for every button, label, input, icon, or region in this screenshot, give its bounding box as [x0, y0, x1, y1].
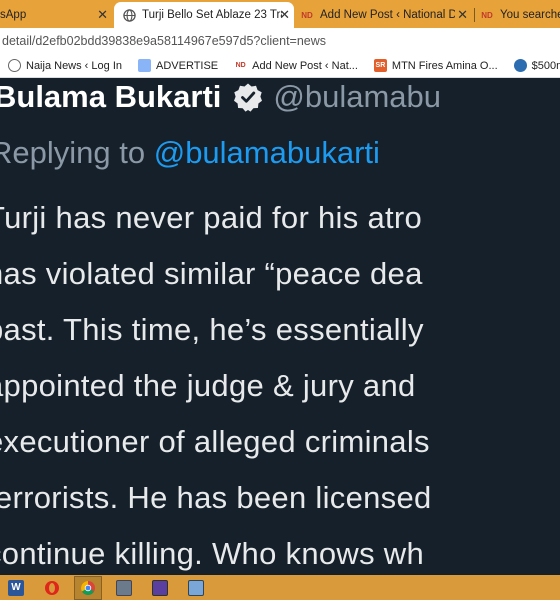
- bookmark-label: MTN Fires Amina O...: [391, 59, 498, 72]
- tab-turji-bello[interactable]: Turji Bello Set Ablaze 23 Travellers ✕: [114, 2, 294, 28]
- bookmark-label: ADVERTISE: [156, 59, 219, 72]
- sr-icon: SR: [373, 59, 387, 72]
- tab-whatsapp[interactable]: sApp ✕: [0, 2, 112, 28]
- close-icon[interactable]: ✕: [457, 8, 468, 21]
- url-text: detail/d2efb02bdd39838e9a58114967e597d5?…: [2, 34, 327, 48]
- bookmark-add-new-post[interactable]: ND Add New Post ‹ Nat...: [234, 59, 358, 72]
- tweet-text-line: Turji has never paid for his atro: [0, 200, 423, 235]
- chrome-icon[interactable]: [74, 575, 102, 600]
- reply-mention-link[interactable]: @bulamabukarti: [154, 135, 380, 170]
- bookmark-label: Add New Post ‹ Nat...: [252, 59, 358, 72]
- author-handle[interactable]: @bulamabu: [273, 79, 441, 115]
- tab-separator: [474, 8, 475, 22]
- ndng-logo-icon: ND: [301, 10, 313, 20]
- ndng-logo-icon: ND: [481, 10, 493, 20]
- taskbar: W: [0, 575, 560, 600]
- settings-app-icon[interactable]: [146, 576, 174, 600]
- tweet-text-line: has violated similar “peace dea: [0, 256, 423, 291]
- tab-strip: sApp ✕ Turji Bello Set Ablaze 23 Travell…: [0, 0, 560, 28]
- tab-title: You searched for: [500, 9, 560, 21]
- bookmark-advertise[interactable]: ADVERTISE: [138, 59, 218, 72]
- bookmark-label: Naija News ‹ Log In: [26, 59, 122, 72]
- globe-icon: [8, 59, 21, 72]
- author-name[interactable]: Bulama Bukarti: [0, 79, 221, 115]
- tweet-content: Bulama Bukarti @bulamabu Replying to @bu…: [0, 79, 560, 575]
- bookmark-naija-news[interactable]: Naija News ‹ Log In: [8, 59, 122, 72]
- verified-badge-icon: [233, 82, 263, 112]
- folder-icon: [138, 59, 151, 72]
- calculator-icon[interactable]: [110, 576, 138, 600]
- tab-title: Turji Bello Set Ablaze 23 Travellers: [142, 9, 282, 21]
- close-icon[interactable]: ✕: [97, 8, 108, 21]
- tweet-text-line: terrorists. He has been licensed: [0, 480, 432, 515]
- replying-prefix: Replying to: [0, 135, 146, 170]
- tweet-text-line: executioner of alleged criminals: [0, 424, 430, 459]
- tweet-text-line: past. This time, he’s essentially: [0, 312, 424, 347]
- replying-to: Replying to @bulamabukarti: [0, 135, 380, 171]
- window-app-icon[interactable]: [182, 576, 210, 600]
- bookmark-mtn-fires[interactable]: SR MTN Fires Amina O...: [373, 59, 498, 72]
- close-icon[interactable]: ✕: [279, 8, 290, 21]
- planet-icon: [513, 59, 527, 72]
- word-icon[interactable]: W: [2, 576, 30, 600]
- tab-title: sApp: [0, 9, 27, 21]
- bookmark-label: $500m bribe: How...: [531, 59, 560, 72]
- address-bar[interactable]: detail/d2efb02bdd39838e9a58114967e597d5?…: [0, 28, 560, 54]
- tweet-text-line: continue killing. Who knows wh: [0, 536, 425, 571]
- tweet-text-line: appointed the judge & jury and: [0, 368, 416, 403]
- tab-you-searched[interactable]: ND You searched for: [480, 2, 560, 28]
- globe-icon: [122, 8, 136, 22]
- tab-title: Add New Post ‹ National Daily: [320, 9, 455, 21]
- opera-icon[interactable]: [38, 576, 66, 600]
- ndng-logo-icon: ND: [235, 62, 246, 69]
- bookmark-500m-bribe[interactable]: $500m bribe: How...: [513, 59, 560, 72]
- bookmarks-bar: Naija News ‹ Log In ADVERTISE ND Add New…: [0, 54, 560, 78]
- tab-add-new-post[interactable]: ND Add New Post ‹ National Daily ✕: [300, 2, 472, 28]
- tweet-author: Bulama Bukarti @bulamabu: [0, 79, 441, 115]
